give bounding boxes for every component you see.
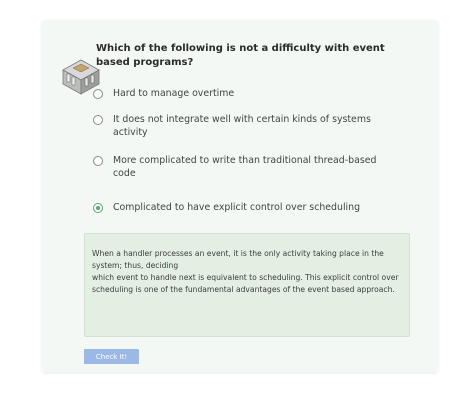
explanation-line: which event to handle next is equivalent… xyxy=(92,273,399,294)
option-2[interactable]: It does not integrate well with certain … xyxy=(93,113,383,139)
option-4[interactable]: Complicated to have explicit control ove… xyxy=(93,201,383,214)
radio-button[interactable] xyxy=(93,89,103,99)
question-text: Which of the following is not a difficul… xyxy=(96,43,385,68)
explanation-box: When a handler processes an event, it is… xyxy=(84,233,410,337)
option-3[interactable]: More complicated to write than tradition… xyxy=(93,154,383,180)
option-label: Hard to manage overtime xyxy=(113,88,235,99)
option-label: Complicated to have explicit control ove… xyxy=(113,202,361,213)
check-it-button[interactable]: Check It! xyxy=(84,349,139,364)
option-1[interactable]: Hard to manage overtime xyxy=(93,87,383,100)
radio-button[interactable] xyxy=(93,115,103,125)
option-label: It does not integrate well with certain … xyxy=(113,114,371,138)
radio-button[interactable] xyxy=(93,156,103,166)
radio-button-selected[interactable] xyxy=(93,203,103,213)
explanation-line: When a handler processes an event, it is… xyxy=(92,249,384,270)
quiz-card: Which of the following is not a difficul… xyxy=(42,20,438,372)
option-label: More complicated to write than tradition… xyxy=(113,155,377,179)
